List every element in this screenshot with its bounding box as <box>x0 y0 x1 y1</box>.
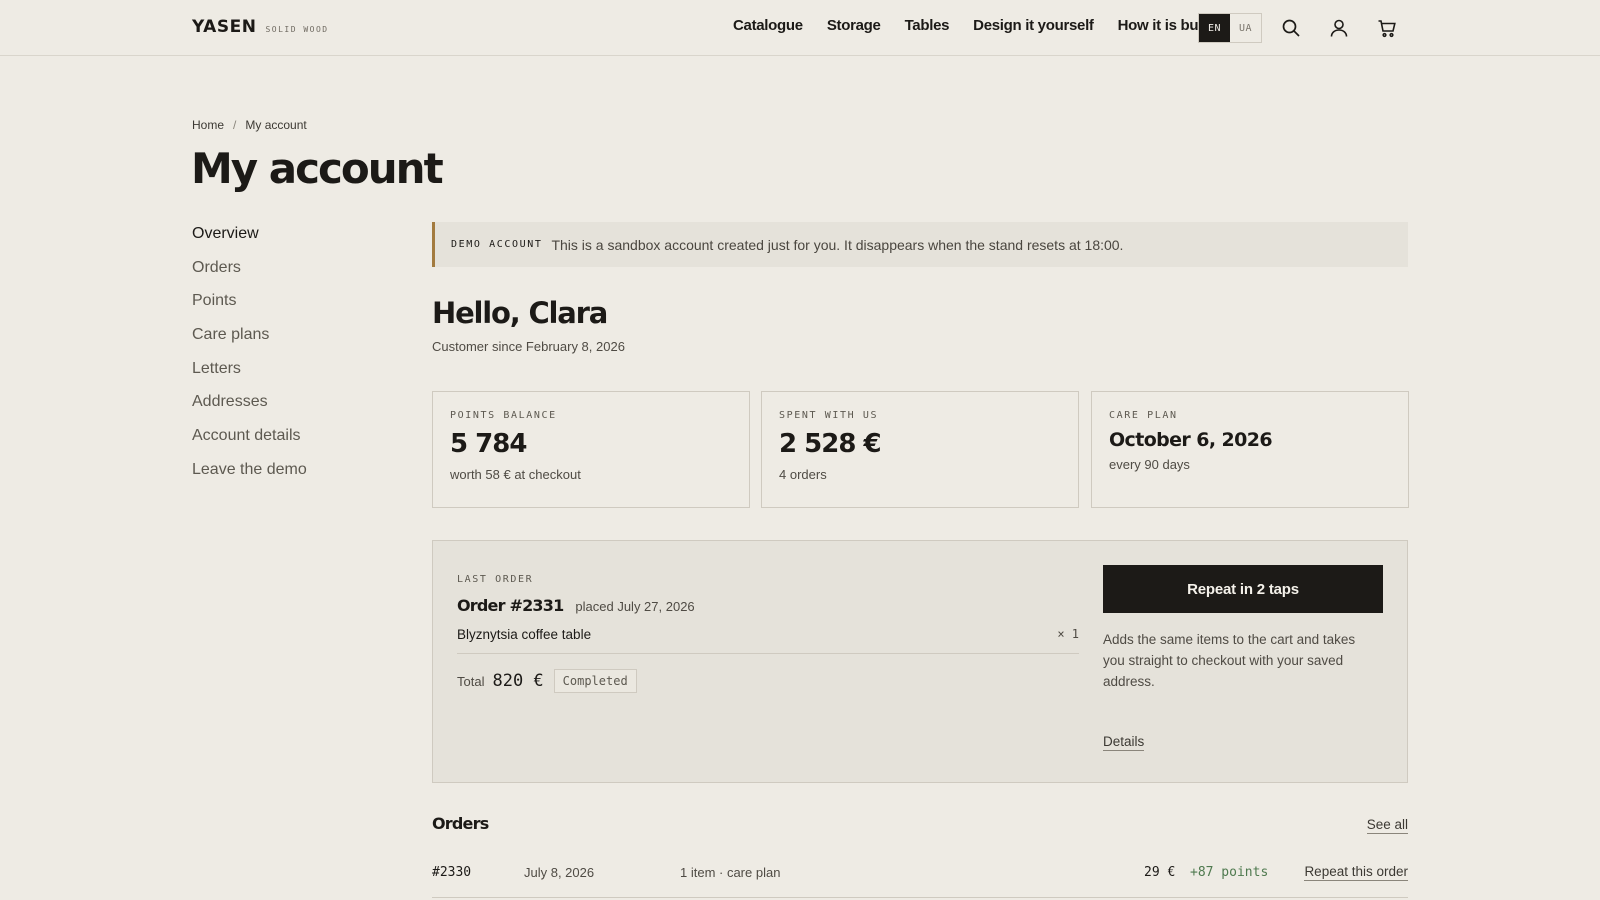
nav-design-it-yourself[interactable]: Design it yourself <box>973 17 1094 34</box>
order-placed-date: placed July 27, 2026 <box>575 599 695 614</box>
cart-icon[interactable] <box>1376 17 1398 39</box>
brand-logo[interactable]: YASEN SOLID WOOD <box>192 17 329 37</box>
search-icon[interactable] <box>1280 17 1302 39</box>
order-item-quantity: × 1 <box>1057 627 1079 641</box>
customer-since: Customer since February 8, 2026 <box>432 339 625 354</box>
sidebar-item-points[interactable]: Points <box>192 291 307 325</box>
language-switcher: EN UA <box>1198 13 1262 43</box>
stat-card-points: POINTS BALANCE 5 784 worth 58 € at check… <box>432 391 750 508</box>
sidebar-item-addresses[interactable]: Addresses <box>192 392 307 426</box>
stat-sub: worth 58 € at checkout <box>450 467 581 482</box>
sidebar-item-letters[interactable]: Letters <box>192 359 307 393</box>
stat-label: POINTS BALANCE <box>450 410 557 421</box>
order-description: 1 item · care plan <box>680 865 781 880</box>
breadcrumb-current: My account <box>245 118 307 132</box>
stat-value: 5 784 <box>450 429 527 459</box>
order-date: July 8, 2026 <box>524 865 595 880</box>
repeat-order-button[interactable]: Repeat in 2 taps <box>1103 565 1383 613</box>
last-order-header: Order #2331 placed July 27, 2026 <box>457 596 695 615</box>
repeat-note: Adds the same items to the cart and take… <box>1103 632 1356 689</box>
breadcrumb-separator: / <box>233 118 237 132</box>
last-order-card: LAST ORDER Order #2331 placed July 27, 2… <box>432 540 1408 783</box>
status-badge: Completed <box>553 669 637 693</box>
stat-sub: 4 orders <box>779 467 827 482</box>
sidebar-item-leave-demo[interactable]: Leave the demo <box>192 460 307 494</box>
sidebar-item-overview[interactable]: Overview <box>192 224 307 258</box>
order-item-row: Blyznytsia coffee table × 1 <box>457 625 1079 654</box>
order-id: #2330 <box>432 865 472 880</box>
stat-value: October 6, 2026 <box>1109 429 1273 451</box>
sidebar-item-orders[interactable]: Orders <box>192 258 307 292</box>
stat-sub: every 90 days <box>1109 457 1190 472</box>
stat-card-care-plan: CARE PLAN October 6, 2026 every 90 days <box>1091 391 1409 508</box>
total-label: Total <box>457 673 485 689</box>
top-bar: YASEN SOLID WOOD Catalogue Storage Table… <box>0 0 1600 56</box>
total-value: 820 € <box>492 671 544 691</box>
table-row: #2330 July 8, 2026 1 item · care plan 29… <box>432 857 1408 898</box>
order-number: Order #2331 <box>457 596 564 615</box>
brand-name: YASEN <box>192 17 257 37</box>
stat-label: SPENT WITH US <box>779 410 879 421</box>
repeat-this-order-link[interactable]: Repeat this order <box>1304 864 1408 881</box>
order-item-name: Blyznytsia coffee table <box>457 627 592 642</box>
stat-value: 2 528 € <box>779 429 882 459</box>
demo-tag: DEMO ACCOUNT <box>451 239 543 250</box>
nav-storage[interactable]: Storage <box>827 17 881 34</box>
demo-banner: DEMO ACCOUNT This is a sandbox account c… <box>432 222 1408 267</box>
order-points: +87 points <box>1190 865 1269 880</box>
stat-label: CARE PLAN <box>1109 410 1178 421</box>
see-all-orders-link[interactable]: See all <box>1366 817 1408 834</box>
last-order-label: LAST ORDER <box>457 574 534 585</box>
greeting: Hello, Clara <box>432 296 608 330</box>
order-details-link[interactable]: Details <box>1103 734 1145 751</box>
sidebar-item-account-details[interactable]: Account details <box>192 426 307 460</box>
account-sidebar: Overview Orders Points Care plans Letter… <box>192 224 307 494</box>
demo-text: This is a sandbox account created just f… <box>551 236 1124 253</box>
sidebar-item-care-plans[interactable]: Care plans <box>192 325 307 359</box>
nav-how-it-is-built[interactable]: How it is built <box>1118 17 1211 34</box>
language-en[interactable]: EN <box>1199 14 1230 42</box>
language-ua[interactable]: UA <box>1230 14 1261 42</box>
account-icon[interactable] <box>1328 17 1350 39</box>
orders-section-title: Orders <box>432 814 489 833</box>
order-amount: 29 € <box>1144 865 1176 880</box>
brand-tagline: SOLID WOOD <box>265 25 329 34</box>
breadcrumb-home[interactable]: Home <box>192 118 224 132</box>
order-total: Total 820 € Completed <box>457 669 637 693</box>
nav-tables[interactable]: Tables <box>905 17 950 34</box>
stat-card-spent: SPENT WITH US 2 528 € 4 orders <box>761 391 1079 508</box>
page-title: My account <box>191 144 444 193</box>
breadcrumb: Home / My account <box>192 118 307 132</box>
main-nav: Catalogue Storage Tables Design it yours… <box>733 17 1211 34</box>
nav-catalogue[interactable]: Catalogue <box>733 17 803 34</box>
